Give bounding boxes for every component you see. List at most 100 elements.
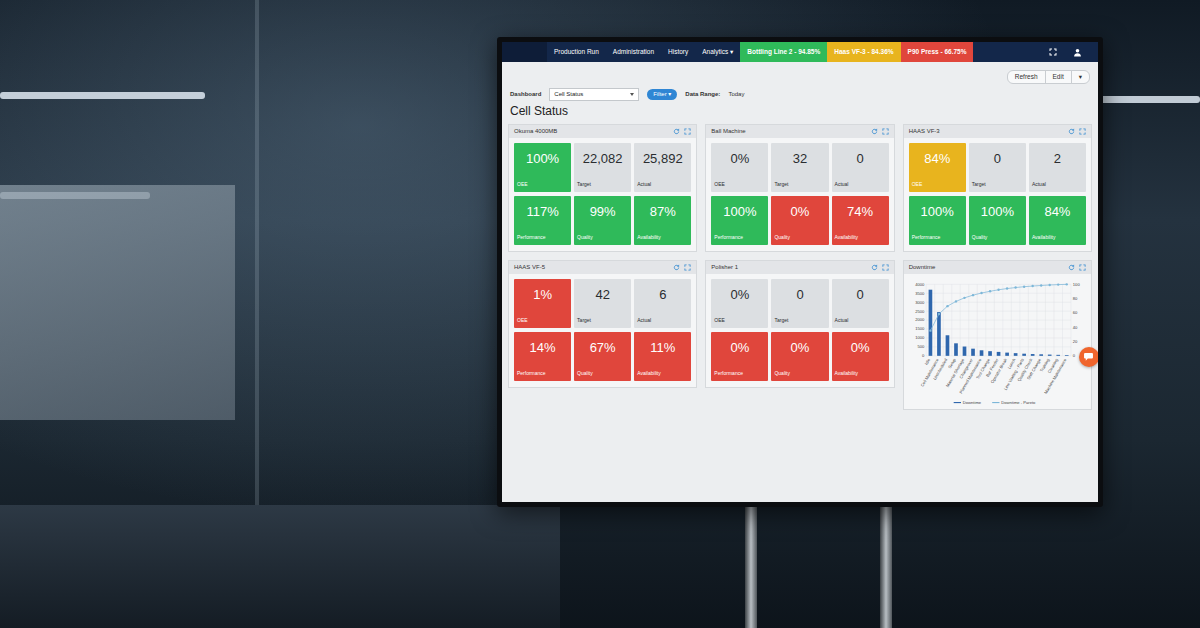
panel-header: Okuma 4000MB [509,125,696,138]
downtime-bar [962,346,966,355]
downtime-panel: Downtime05001000150020002500300035004000… [903,260,1092,410]
metric-value: 1% [517,287,568,303]
pareto-point [1006,287,1008,289]
left-tick: 2500 [915,308,925,313]
grid-line [926,293,1071,294]
metric-tile: 0%Quality [771,332,828,381]
metric-value: 11% [637,340,688,356]
metric-value: 0% [835,340,886,356]
pareto-point [963,296,965,298]
downtime-bar [996,352,1000,356]
downtime-bar [928,290,932,356]
panel-tools [1068,128,1086,135]
metric-value: 0% [714,151,765,167]
monitor-stand [745,500,757,628]
expand-icon[interactable] [1079,264,1086,271]
downtime-bar [1030,354,1034,356]
pareto-point [1048,284,1050,286]
legend-label: Downtime - Pareto [1001,400,1036,405]
action-group: RefreshEdit▾ [1007,70,1090,84]
metric-label: OEE [517,181,568,189]
status-tab[interactable]: Bottling Line 2 - 94.85% [740,42,827,62]
nav-item[interactable]: History [661,42,695,62]
downtime-bar [1056,354,1060,356]
edit-button[interactable]: Edit [1045,70,1072,84]
metric-tile: 117%Performance [514,196,571,245]
right-tick: 40 [1072,324,1077,329]
nav-item[interactable]: Administration [606,42,661,62]
nav-item[interactable]: Production Run [547,42,606,62]
metric-tile: 0Actual [832,279,889,328]
metric-label: Actual [835,317,886,325]
downtime-bar [1022,354,1026,356]
metric-tile: 25,892Actual [634,143,691,192]
metric-value: 67% [577,340,628,356]
metric-tile: 100%OEE [514,143,571,192]
cell-grid: Okuma 4000MB 100%OEE22,082Target25,892Act… [502,122,1098,412]
metric-label: Performance [714,370,765,378]
refresh-icon[interactable] [871,128,878,135]
expand-icon[interactable] [1079,128,1086,135]
chat-icon[interactable] [1083,351,1094,362]
refresh-icon[interactable] [871,264,878,271]
metric-tile: 42Target [574,279,631,328]
chart-area: 0500100015002000250030003500400002040608… [904,274,1091,409]
metric-value: 84% [912,151,963,167]
pareto-point [929,329,931,331]
metric-value: 87% [637,204,688,220]
metric-value: 0 [972,151,1023,167]
downtime-bar [937,312,941,356]
tile-row: 0%Performance0%Quality0%Availability [706,330,893,387]
grid-line [926,302,1071,303]
user-icon[interactable] [1073,48,1082,57]
metric-tile: 0%Quality [771,196,828,245]
metric-tile: 67% Quality [574,332,631,381]
monitor: Production RunAdministrationHistoryAnaly… [497,37,1103,507]
status-tab[interactable]: P90 Press - 66.75% [901,42,974,62]
refresh-icon[interactable] [1068,128,1075,135]
expand-icon[interactable] [882,128,889,135]
expand-icon[interactable] [684,264,691,271]
metric-tile: 84%OEE [909,143,966,192]
metric-label: Quality [577,370,628,378]
refresh-icon[interactable] [1068,264,1075,271]
cell-panel: HAAS VF-384%OEE0Target2Actual100%Perform… [903,124,1092,252]
metric-value: 6 [637,287,688,303]
downtime-bar [945,335,949,356]
right-tick: 0 [1072,353,1075,358]
pareto-point [971,294,973,296]
metric-label: OEE [714,181,765,189]
left-tick: 500 [917,344,925,349]
more-button[interactable]: ▾ [1071,70,1090,84]
metric-label: Performance [912,234,963,242]
metric-tile: 22,082Target [574,143,631,192]
chat-button[interactable] [1079,347,1098,367]
metric-tile: 99%Quality [574,196,631,245]
tile-row: 84%OEE0Target2Actual [904,138,1091,194]
status-tab[interactable]: Haas VF-3 - 84.36% [827,42,900,62]
downtime-bar [1065,354,1069,356]
left-tick: 2000 [915,317,925,322]
metric-label: Performance [517,370,568,378]
nav-logo[interactable] [502,42,547,62]
dashboard-screen: Production RunAdministrationHistoryAnaly… [502,42,1098,502]
refresh-button[interactable]: Refresh [1007,70,1046,84]
panel-header: HAAS VF-5 [509,261,696,274]
downtime-bar [1013,353,1017,356]
metric-tile: 100%Quality [969,196,1026,245]
expand-icon[interactable] [882,264,889,271]
downtime-bar [954,343,958,356]
fullscreen-icon[interactable] [1049,48,1057,56]
tile-row: 1%OEE42Target6Actual [509,274,696,330]
filter-button[interactable]: Filter ▾ [647,89,677,100]
metric-label: Target [972,181,1023,189]
dashboard-select[interactable]: Cell Status [549,88,639,101]
refresh-icon[interactable] [673,128,680,135]
metric-label: Quality [774,370,825,378]
pareto-point [1057,283,1059,285]
expand-icon[interactable] [684,128,691,135]
metric-label: OEE [517,317,568,325]
nav-item[interactable]: Analytics ▾ [695,42,740,62]
panel-tools [673,128,691,135]
refresh-icon[interactable] [673,264,680,271]
